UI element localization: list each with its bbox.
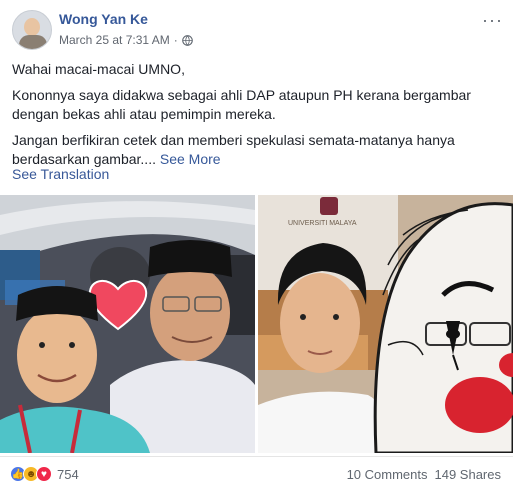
post-header: Wong Yan Ke March 25 at 7:31 AM · ··· [0, 0, 513, 56]
see-more-link[interactable]: See More [160, 151, 221, 167]
photo-right[interactable]: UNIVERSITI MALAYA [258, 195, 513, 453]
post-paragraph-3-text: Jangan berfikiran cetek dan memberi spek… [12, 132, 455, 167]
post-paragraph-1: Wahai macai-macai UMNO, [12, 61, 185, 77]
post-photos: UNIVERSITI MALAYA [0, 195, 513, 453]
photo-right-illustration: UNIVERSITI MALAYA [258, 195, 513, 453]
more-options-icon[interactable]: ··· [482, 10, 503, 31]
post-text: Wahai macai-macai UMNO, Kononnya saya di… [12, 60, 502, 176]
love-icon: ♥ [36, 466, 52, 482]
post-footer: 👍 ☻ ♥ 754 10 Comments 149 Shares [0, 456, 513, 493]
engagement-counts: 10 Comments 149 Shares [347, 467, 501, 482]
reaction-count[interactable]: 754 [57, 467, 79, 482]
author-name[interactable]: Wong Yan Ke [59, 11, 148, 27]
post-timestamp[interactable]: March 25 at 7:31 AM [59, 33, 170, 47]
avatar-face [24, 18, 40, 36]
comments-count[interactable]: 10 Comments [347, 467, 428, 482]
post-paragraph-2: Kononnya saya didakwa sebagai ahli DAP a… [12, 87, 471, 122]
reactions-summary[interactable]: 👍 ☻ ♥ 754 [10, 466, 79, 482]
author-avatar[interactable] [12, 10, 52, 50]
globe-icon[interactable] [181, 34, 193, 46]
shares-count[interactable]: 149 Shares [435, 467, 502, 482]
photo-left[interactable] [0, 195, 255, 453]
post-meta: March 25 at 7:31 AM · [59, 33, 193, 47]
sign-text: UNIVERSITI MALAYA [288, 220, 357, 227]
photo-left-illustration [0, 195, 255, 453]
facebook-post: Wong Yan Ke March 25 at 7:31 AM · ··· Wa… [0, 0, 513, 493]
post-paragraph-3: Jangan berfikiran cetek dan memberi spek… [12, 131, 502, 169]
meta-separator: · [173, 33, 178, 47]
see-translation-link[interactable]: See Translation [12, 166, 109, 182]
avatar-body [19, 35, 47, 49]
